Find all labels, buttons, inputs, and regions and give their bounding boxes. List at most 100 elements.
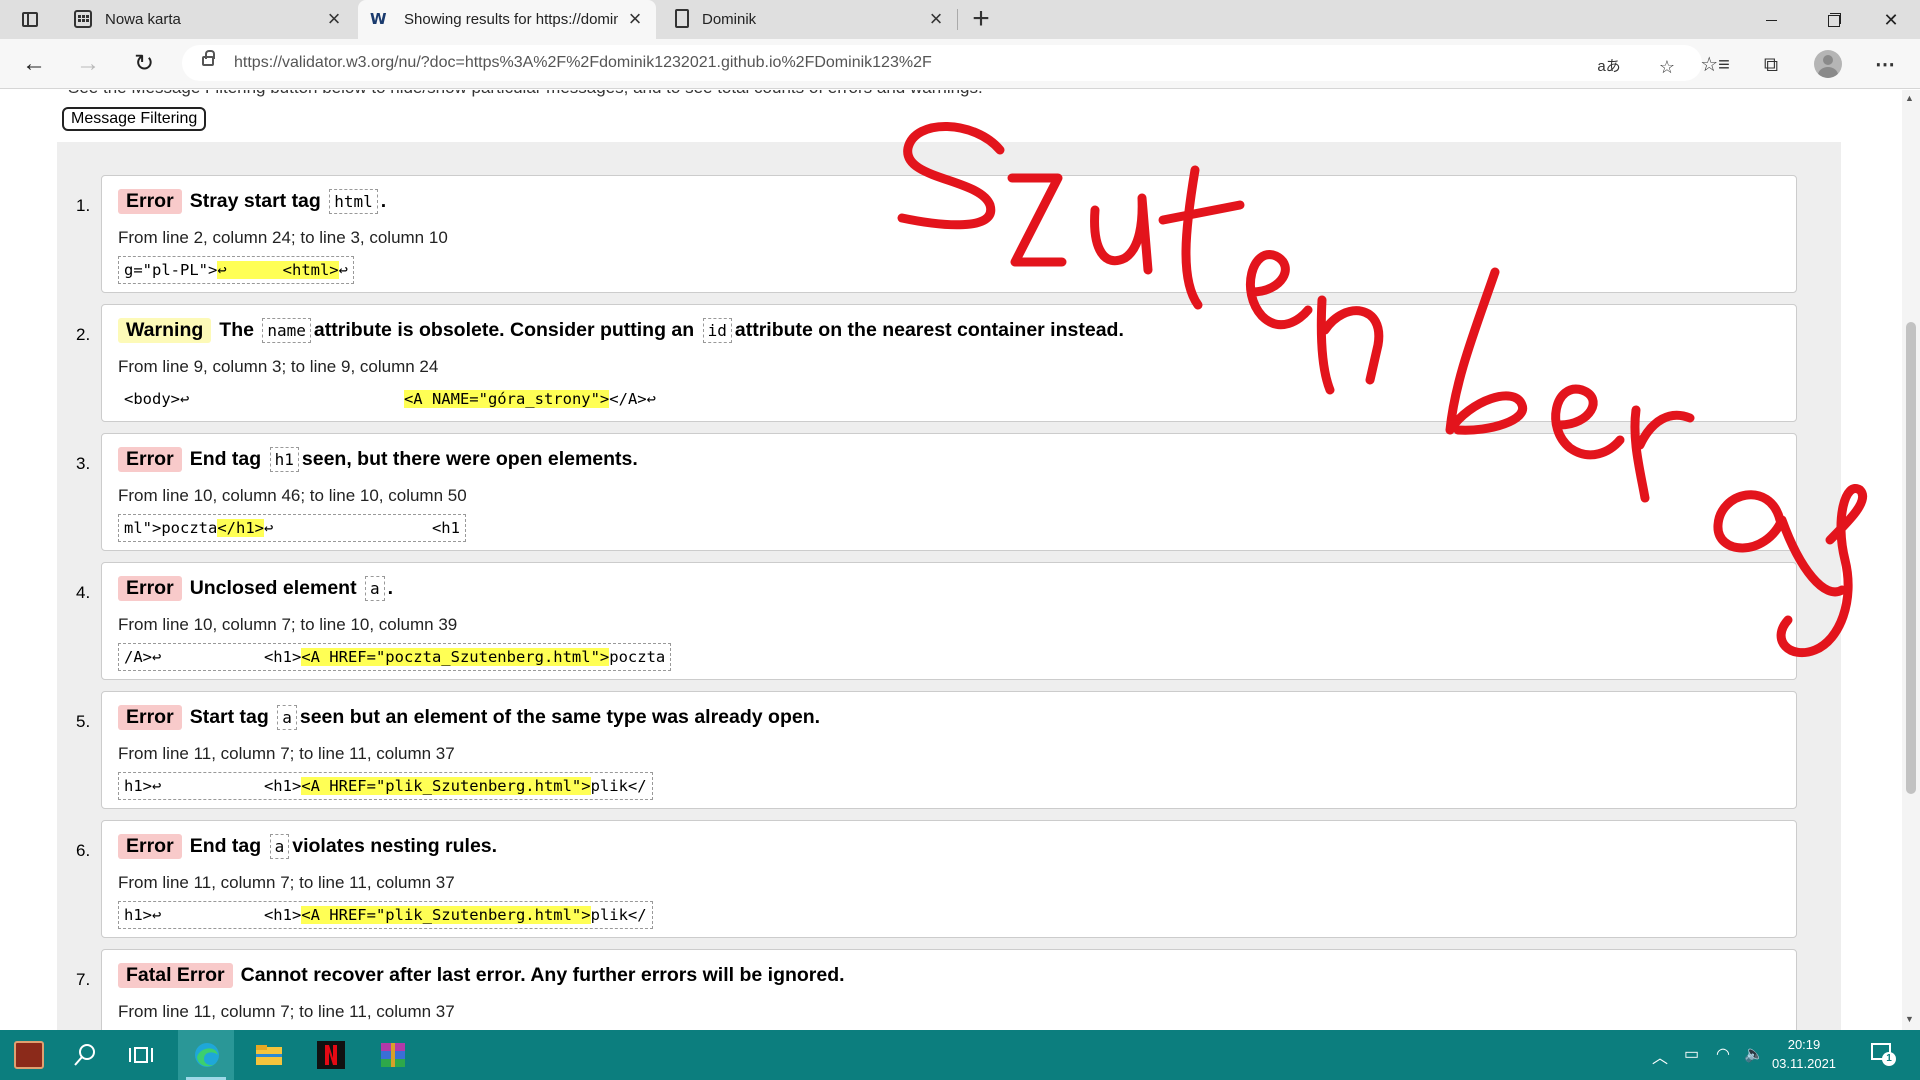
message-location[interactable]: From line 11, column 7; to line 11, colu… [118,744,455,764]
restore-icon[interactable] [1810,5,1856,35]
extract-highlight: <A HREF="poczta_Szutenberg.html"> [301,648,610,666]
minimize-icon[interactable] [1748,5,1794,35]
message-text: attribute on the nearest container inste… [734,319,1124,341]
message-extract: g="pl-PL">↩ <html>↩ [118,256,354,284]
taskbar: ︿ ▭ ◠ 🔈 20:19 03.11.2021 1 [0,1030,1920,1080]
message-text: The [219,319,254,341]
read-aloud-icon[interactable]: aあ [1596,54,1622,80]
scroll-down-icon[interactable]: ▼ [1905,1014,1914,1024]
message-filtering-button[interactable]: Message Filtering [62,107,207,131]
message-location[interactable]: From line 9, column 3; to line 9, column… [118,357,438,377]
message-text: . [387,577,394,599]
scrollbar-thumb[interactable] [1906,322,1916,794]
tab-actions-icon[interactable] [18,8,42,32]
message-extract: ml">poczta</h1>↩ <h1 [118,514,466,542]
message-type-badge: Warning [118,318,212,343]
tab-separator [957,9,958,30]
w3c-favicon-icon: W [370,10,387,28]
message-location[interactable]: From line 10, column 7; to line 10, colu… [118,615,457,635]
extract-text: </A>↩ [609,390,656,408]
message-location[interactable]: From line 2, column 24; to line 3, colum… [118,228,448,248]
extract-text: <body>↩ [124,390,404,408]
lock-icon[interactable] [202,50,215,66]
message-code: name [262,318,311,343]
message-text: Unclosed element [189,577,357,599]
intro-text: See the Message Filtering button below t… [68,90,983,98]
tab-validator[interactable]: W Showing results for https://dominik123… [358,0,656,39]
message-text: End tag [189,448,262,470]
profile-icon[interactable] [1814,50,1842,78]
address-bar[interactable]: https://validator.w3.org/nu/?doc=https%3… [182,45,1702,81]
message-type-badge: Error [118,189,182,214]
message-heading: Error Stray start tag html. [118,189,386,214]
message-type-badge: Fatal Error [118,963,233,988]
message-code: id [702,318,732,343]
window-close-icon[interactable]: ✕ [1868,5,1914,35]
tab-close-icon[interactable]: × [321,6,347,32]
message-text: . [380,190,387,212]
message-heading: Warning The name attribute is obsolete. Co… [118,318,1124,343]
message-extract: h1>↩ <h1><A HREF="plik_Szutenberg.html">… [118,901,653,929]
extract-highlight: </h1> [217,519,264,537]
message-location[interactable]: From line 11, column 7; to line 11, colu… [118,873,455,893]
edge-icon[interactable] [178,1030,234,1080]
message-location[interactable]: From line 10, column 46; to line 10, col… [118,486,467,506]
tab-close-icon[interactable]: × [923,6,949,32]
message-text: seen, but there were open elements. [301,448,638,470]
tab-label: Dominik [702,11,757,28]
system-clock[interactable]: 20:19 03.11.2021 [1758,1035,1850,1073]
message-item: 2. Warning The name attribute is obsolete. … [76,304,1797,422]
netflix-icon[interactable] [302,1030,358,1080]
message-text: End tag [189,835,262,857]
tab-new-tab[interactable]: Nowa karta × [58,0,356,39]
file-explorer-icon[interactable] [240,1030,296,1080]
extract-text: plik</ [590,906,647,924]
extract-text: plik</ [590,777,647,795]
forward-icon[interactable]: → [72,48,104,80]
message-item: 7. Fatal Error Cannot recover after last e… [76,949,1797,1030]
browser-toolbar: ← → ↻ https://validator.w3.org/nu/?doc=h… [0,39,1920,89]
notification-count: 1 [1882,1052,1896,1066]
back-icon[interactable]: ← [18,48,50,80]
extract-text: g="pl-PL"> [124,261,218,279]
message-heading: Error End tag a violates nesting rules. [118,834,497,859]
new-tab-button[interactable]: + [966,4,996,35]
winrar-icon[interactable] [364,1030,420,1080]
task-view-icon[interactable] [112,1030,168,1080]
favorites-icon[interactable]: ☆≡ [1700,50,1730,80]
message-extract: h1>↩ <h1><A HREF="plik_Szutenberg.html">… [118,772,653,800]
show-hidden-icons-icon[interactable]: ︿ [1652,1044,1668,1068]
message-number: 3. [76,454,91,473]
message-heading: Error End tag h1 seen, but there were open… [118,447,638,472]
document-favicon-icon [675,9,689,28]
battery-icon[interactable]: ▭ [1684,1044,1699,1064]
message-code: html [329,189,378,214]
app-launcher-icon[interactable] [0,1030,56,1080]
tab-dominik[interactable]: Dominik × [658,0,956,39]
collections-icon[interactable]: ⧉ [1756,50,1786,80]
wifi-icon[interactable]: ◠ [1716,1044,1730,1064]
extract-text: h1>↩ <h1> [124,777,302,795]
tab-close-icon[interactable]: × [622,6,648,32]
url-text[interactable]: https://validator.w3.org/nu/?doc=https%3… [234,54,932,72]
extract-text: h1>↩ <h1> [124,906,302,924]
extract-text: ml">poczta [124,519,218,537]
message-extract: /A>↩ <h1><A HREF="poczta_Szutenberg.html… [118,643,672,671]
reload-icon[interactable]: ↻ [128,48,160,80]
more-icon[interactable]: ⋯ [1870,50,1900,80]
message-number: 4. [76,583,91,602]
scroll-up-icon[interactable]: ▲ [1905,93,1914,103]
message-code: a [269,834,290,859]
favorite-add-icon[interactable]: ☆ [1654,54,1680,80]
message-text: violates nesting rules. [292,835,498,857]
notifications-icon[interactable]: 1 [1870,1042,1896,1066]
message-heading: Error Unclosed element a. [118,576,393,601]
message-extract: <body>↩ <A NAME="góra_strony"></A>↩ [118,385,662,413]
search-icon[interactable] [56,1030,112,1080]
tab-label: Nowa karta [105,11,181,28]
message-location[interactable]: From line 11, column 7; to line 11, colu… [118,1002,455,1022]
message-item: 6. Error End tag a violates nesting rules. F… [76,820,1797,938]
vertical-scrollbar[interactable]: ▲ ▼ [1902,90,1920,1030]
tab-strip: Nowa karta × W Showing results for https… [0,0,1920,39]
message-heading: Fatal Error Cannot recover after last err… [118,963,845,988]
